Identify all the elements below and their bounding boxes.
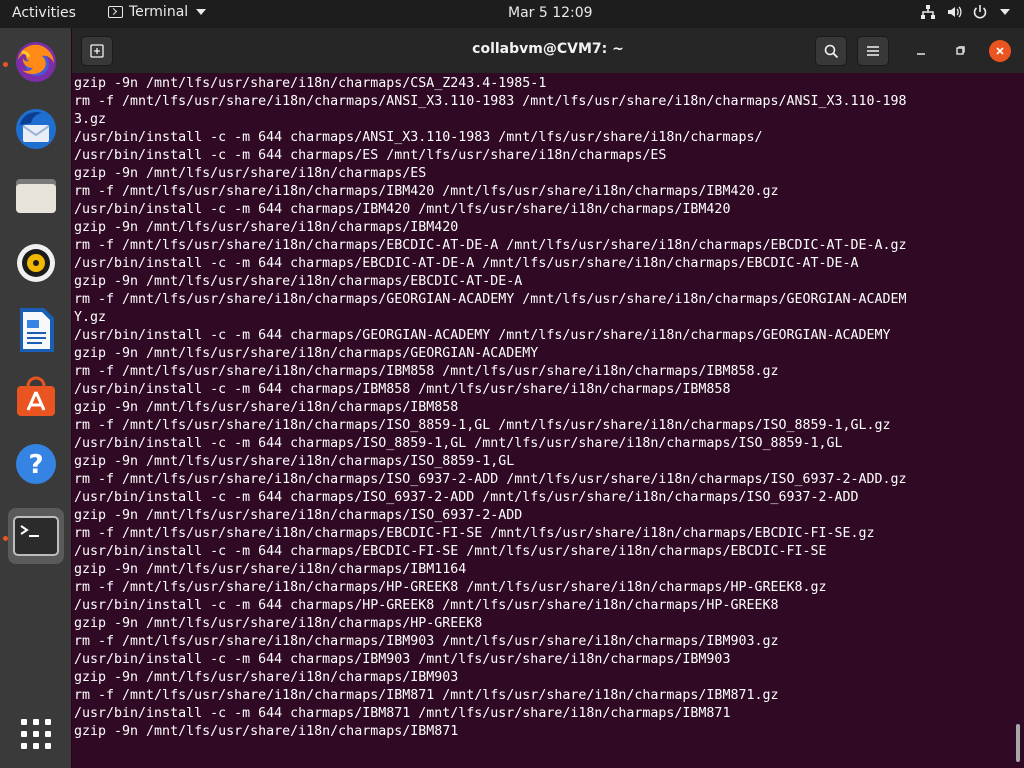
terminal-line: rm -f /mnt/lfs/usr/share/i18n/charmaps/I… <box>74 418 891 433</box>
clock[interactable]: Mar 5 12:09 <box>508 5 593 21</box>
dock-rhythmbox[interactable] <box>8 235 64 291</box>
terminal-line: rm -f /mnt/lfs/usr/share/i18n/charmaps/I… <box>74 634 779 649</box>
app-menu-button[interactable]: Terminal <box>108 4 207 20</box>
dock-help[interactable]: ? <box>8 436 64 492</box>
terminal-line: /usr/bin/install -c -m 644 charmaps/EBCD… <box>74 544 827 559</box>
minimize-button[interactable] <box>910 40 932 62</box>
terminal-line: rm -f /mnt/lfs/usr/share/i18n/charmaps/I… <box>74 472 907 487</box>
terminal-line: /usr/bin/install -c -m 644 charmaps/ANSI… <box>74 130 763 145</box>
terminal-line: /usr/bin/install -c -m 644 charmaps/IBM4… <box>74 202 731 217</box>
terminal-line: gzip -9n /mnt/lfs/usr/share/i18n/charmap… <box>74 724 459 739</box>
terminal-line: gzip -9n /mnt/lfs/usr/share/i18n/charmap… <box>74 616 483 631</box>
terminal-line: /usr/bin/install -c -m 644 charmaps/GEOR… <box>74 328 891 343</box>
files-icon <box>16 179 56 213</box>
search-icon <box>824 44 838 58</box>
terminal-line: rm -f /mnt/lfs/usr/share/i18n/charmaps/E… <box>74 526 875 541</box>
terminal-line: /usr/bin/install -c -m 644 charmaps/HP-G… <box>74 598 779 613</box>
terminal-line: gzip -9n /mnt/lfs/usr/share/i18n/charmap… <box>74 454 515 469</box>
terminal-line: rm -f /mnt/lfs/usr/share/i18n/charmaps/G… <box>74 292 907 307</box>
chevron-down-icon <box>1000 9 1010 15</box>
terminal-line: /usr/bin/install -c -m 644 charmaps/IBM9… <box>74 652 731 667</box>
terminal-line: gzip -9n /mnt/lfs/usr/share/i18n/charmap… <box>74 346 539 361</box>
dock-firefox[interactable] <box>8 34 64 90</box>
terminal-line: /usr/bin/install -c -m 644 charmaps/ISO_… <box>74 490 859 505</box>
close-icon <box>996 47 1004 55</box>
terminal-line: Y.gz <box>74 310 107 325</box>
system-tray[interactable] <box>920 4 1010 20</box>
terminal-line: /usr/bin/install -c -m 644 charmaps/ES /… <box>74 148 667 163</box>
app-menu-label: Terminal <box>129 4 189 20</box>
terminal-line: rm -f /mnt/lfs/usr/share/i18n/charmaps/I… <box>74 184 779 199</box>
scrollbar[interactable] <box>1016 724 1020 762</box>
dock-terminal[interactable] <box>8 508 64 564</box>
terminal-line: /usr/bin/install -c -m 644 charmaps/EBCD… <box>74 256 859 271</box>
close-button[interactable] <box>989 40 1011 62</box>
search-button[interactable] <box>815 36 847 66</box>
terminal-line: rm -f /mnt/lfs/usr/share/i18n/charmaps/H… <box>74 580 827 595</box>
menu-button[interactable] <box>857 36 889 66</box>
dock-writer[interactable] <box>8 302 64 358</box>
chevron-down-icon <box>196 9 207 15</box>
terminal-line: gzip -9n /mnt/lfs/usr/share/i18n/charmap… <box>74 670 459 685</box>
terminal-window: collabvm@CVM7: ~ gzip -9n /mnt/lfs/usr/s… <box>72 28 1024 768</box>
terminal-line: /usr/bin/install -c -m 644 charmaps/IBM8… <box>74 382 731 397</box>
writer-icon <box>20 308 54 352</box>
terminal-line: gzip -9n /mnt/lfs/usr/share/i18n/charmap… <box>74 400 459 415</box>
firefox-icon <box>16 42 56 82</box>
top-bar: Activities Terminal Mar 5 12:09 <box>0 0 1024 28</box>
power-icon <box>972 4 988 20</box>
volume-icon <box>946 4 962 20</box>
terminal-line: gzip -9n /mnt/lfs/usr/share/i18n/charmap… <box>74 274 523 289</box>
terminal-output[interactable]: gzip -9n /mnt/lfs/usr/share/i18n/charmap… <box>74 75 1014 765</box>
activities-button[interactable]: Activities <box>12 5 76 21</box>
dock-thunderbird[interactable] <box>8 101 64 157</box>
terminal-line: 3.gz <box>74 112 107 127</box>
maximize-button[interactable] <box>949 40 971 62</box>
terminal-line: gzip -9n /mnt/lfs/usr/share/i18n/charmap… <box>74 76 547 91</box>
network-icon <box>920 4 936 20</box>
help-icon: ? <box>16 444 56 484</box>
grid-icon <box>21 719 51 749</box>
dock-files[interactable] <box>8 168 64 224</box>
maximize-icon <box>956 46 965 55</box>
dock-software[interactable] <box>8 369 64 425</box>
terminal-icon <box>108 6 123 18</box>
terminal-line: gzip -9n /mnt/lfs/usr/share/i18n/charmap… <box>74 562 467 577</box>
software-icon <box>17 376 55 416</box>
minimize-icon <box>917 53 925 55</box>
title-bar[interactable]: collabvm@CVM7: ~ <box>72 28 1024 73</box>
terminal-line: rm -f /mnt/lfs/usr/share/i18n/charmaps/A… <box>74 94 907 109</box>
terminal-line: /usr/bin/install -c -m 644 charmaps/IBM8… <box>74 706 731 721</box>
show-applications-button[interactable] <box>8 706 64 762</box>
terminal-line: gzip -9n /mnt/lfs/usr/share/i18n/charmap… <box>74 166 427 181</box>
terminal-line: rm -f /mnt/lfs/usr/share/i18n/charmaps/I… <box>74 364 779 379</box>
terminal-line: rm -f /mnt/lfs/usr/share/i18n/charmaps/E… <box>74 238 907 253</box>
rhythmbox-icon <box>17 244 55 282</box>
terminal-line: rm -f /mnt/lfs/usr/share/i18n/charmaps/I… <box>74 688 779 703</box>
terminal-line: gzip -9n /mnt/lfs/usr/share/i18n/charmap… <box>74 220 459 235</box>
hamburger-menu-icon <box>867 46 879 56</box>
terminal-line: /usr/bin/install -c -m 644 charmaps/ISO_… <box>74 436 843 451</box>
thunderbird-icon <box>16 109 56 149</box>
dock: ? <box>0 28 71 768</box>
svg-text:?: ? <box>28 450 43 480</box>
terminal-line: gzip -9n /mnt/lfs/usr/share/i18n/charmap… <box>74 508 523 523</box>
terminal-icon <box>13 516 59 556</box>
